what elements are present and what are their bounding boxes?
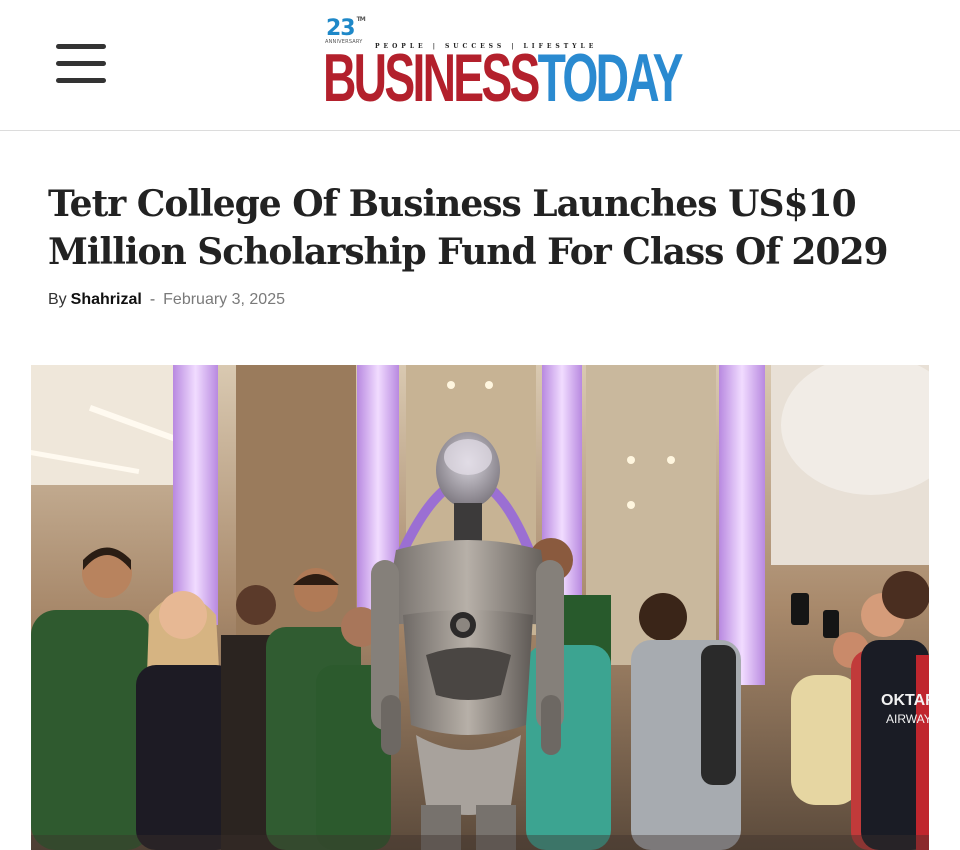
site-logo[interactable]: 23 TM ANNIVERSARY PEOPLE | SUCCESS | LIFE…: [323, 16, 684, 112]
menu-bar: [56, 78, 106, 83]
hero-image: OKTAR AIRWAYS: [31, 365, 929, 850]
jersey-text-1: OKTAR: [881, 692, 929, 709]
article-date: February 3, 2025: [163, 291, 285, 308]
meta-separator: -: [149, 291, 156, 308]
hamburger-menu-icon[interactable]: [56, 44, 106, 86]
jersey-text-2: AIRWAYS: [886, 712, 929, 726]
author-link[interactable]: Shahrizal: [71, 291, 142, 308]
hero-photo-illustration: OKTAR AIRWAYS: [31, 365, 929, 850]
logo-wordmark: BUSINESSTODAY: [323, 44, 684, 112]
article-meta: By Shahrizal - February 3, 2025: [48, 291, 285, 309]
logo-today: TODAY: [537, 40, 684, 116]
logo-business: BUSINESS: [323, 40, 540, 116]
anniversary-badge: 23 TM: [326, 16, 366, 41]
article-title: Tetr College Of Business Launches US$10 …: [48, 183, 889, 273]
menu-bar: [56, 44, 106, 49]
by-label: By: [48, 291, 67, 308]
menu-bar: [56, 61, 106, 66]
site-header: 23 TM ANNIVERSARY PEOPLE | SUCCESS | LIFE…: [0, 0, 960, 131]
